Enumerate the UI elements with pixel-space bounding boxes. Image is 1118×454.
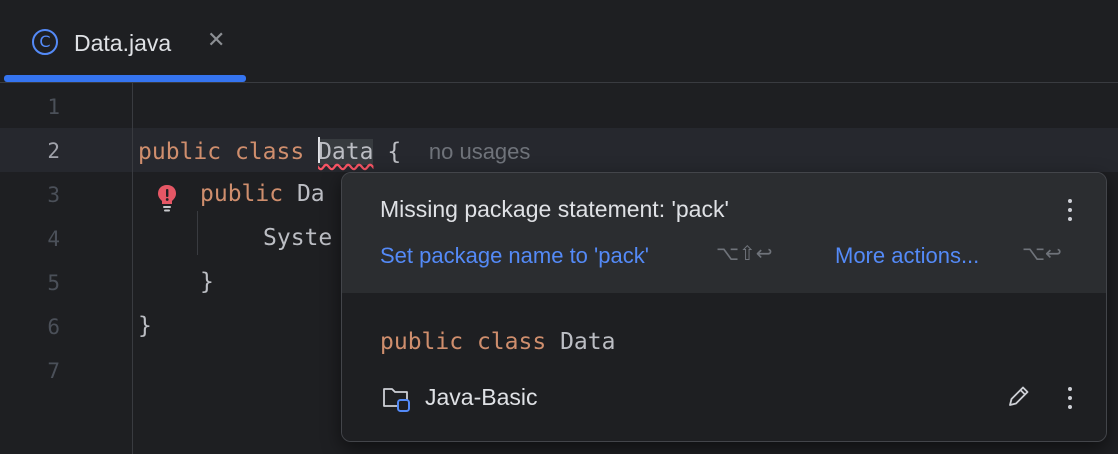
set-package-shortcut: ⌥⇧↩ [716, 241, 773, 265]
more-actions-shortcut: ⌥↩ [1022, 241, 1062, 265]
keyword: class [234, 139, 305, 165]
code-line-6: } [138, 313, 152, 339]
line-number: 4 [47, 227, 60, 251]
line-number: 6 [47, 315, 60, 339]
set-package-action[interactable]: Set package name to 'pack' [380, 243, 649, 269]
code-line-4: Syste [263, 225, 333, 251]
keyword: public [380, 329, 464, 355]
line-number-current: 2 [47, 139, 60, 163]
popup-documentation [342, 293, 1106, 441]
active-tab-indicator [4, 75, 246, 82]
class-name-highlight: Data [318, 137, 374, 165]
keyword: public [200, 181, 284, 207]
class-name-error: Data [318, 139, 374, 165]
pencil-icon[interactable] [1003, 382, 1033, 412]
error-bulb-icon[interactable] [155, 183, 179, 213]
problem-message: Missing package statement: 'pack' [380, 196, 729, 222]
quick-fix-popup: Missing package statement: 'pack' Set pa… [341, 172, 1107, 442]
line-number: 7 [47, 359, 60, 383]
line-number: 5 [47, 271, 60, 295]
more-options-icon[interactable] [1060, 381, 1080, 415]
tab-data-java[interactable]: C Data.java ✕ [4, 0, 246, 82]
class-declaration: public class Data [380, 329, 615, 355]
popup-header: Missing package statement: 'pack' Set pa… [342, 173, 1106, 293]
line-number: 3 [47, 183, 60, 207]
class-icon: C [32, 29, 58, 55]
module-folder-icon [383, 388, 410, 412]
keyword: public [138, 139, 222, 165]
editor-tab-bar: C Data.java ✕ [0, 0, 1118, 83]
keyword: class [476, 329, 547, 355]
gutter-divider [132, 83, 133, 454]
more-actions-link[interactable]: More actions... [835, 243, 979, 269]
module-name: Java-Basic [425, 384, 538, 410]
brace: { [387, 139, 402, 165]
method-name: Da [296, 181, 325, 207]
declared-class-name: Data [560, 329, 616, 355]
line-number: 1 [47, 95, 60, 119]
close-icon[interactable]: ✕ [207, 28, 225, 53]
more-options-icon[interactable] [1060, 193, 1080, 227]
code-line-5: } [200, 269, 214, 295]
usages-hint[interactable]: no usages [429, 139, 531, 164]
tab-title: Data.java [74, 30, 172, 56]
code-line-2: public class Data { no usages [138, 137, 530, 165]
code-line-3: public Da [200, 181, 325, 207]
indent-guide [197, 211, 198, 255]
